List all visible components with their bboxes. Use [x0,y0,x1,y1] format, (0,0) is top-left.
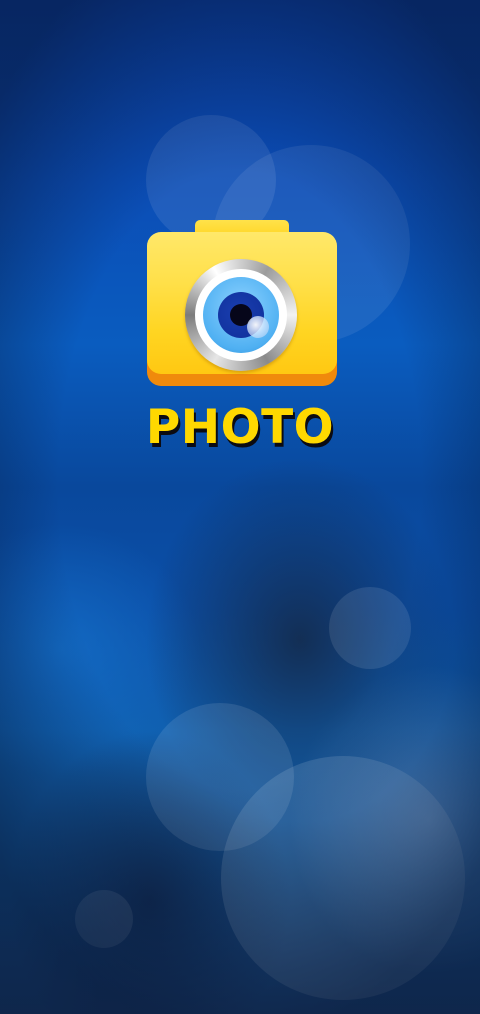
camera-icon [147,220,337,386]
splash-screen: PHOTO [0,0,480,1014]
camera-body [147,232,337,374]
background-vignette [0,0,480,1014]
lens-iris [203,277,279,353]
lens-white-ring [195,269,287,361]
app-title: PHOTO [145,400,335,455]
lens-glint [247,316,269,338]
lens-ring [185,259,297,371]
